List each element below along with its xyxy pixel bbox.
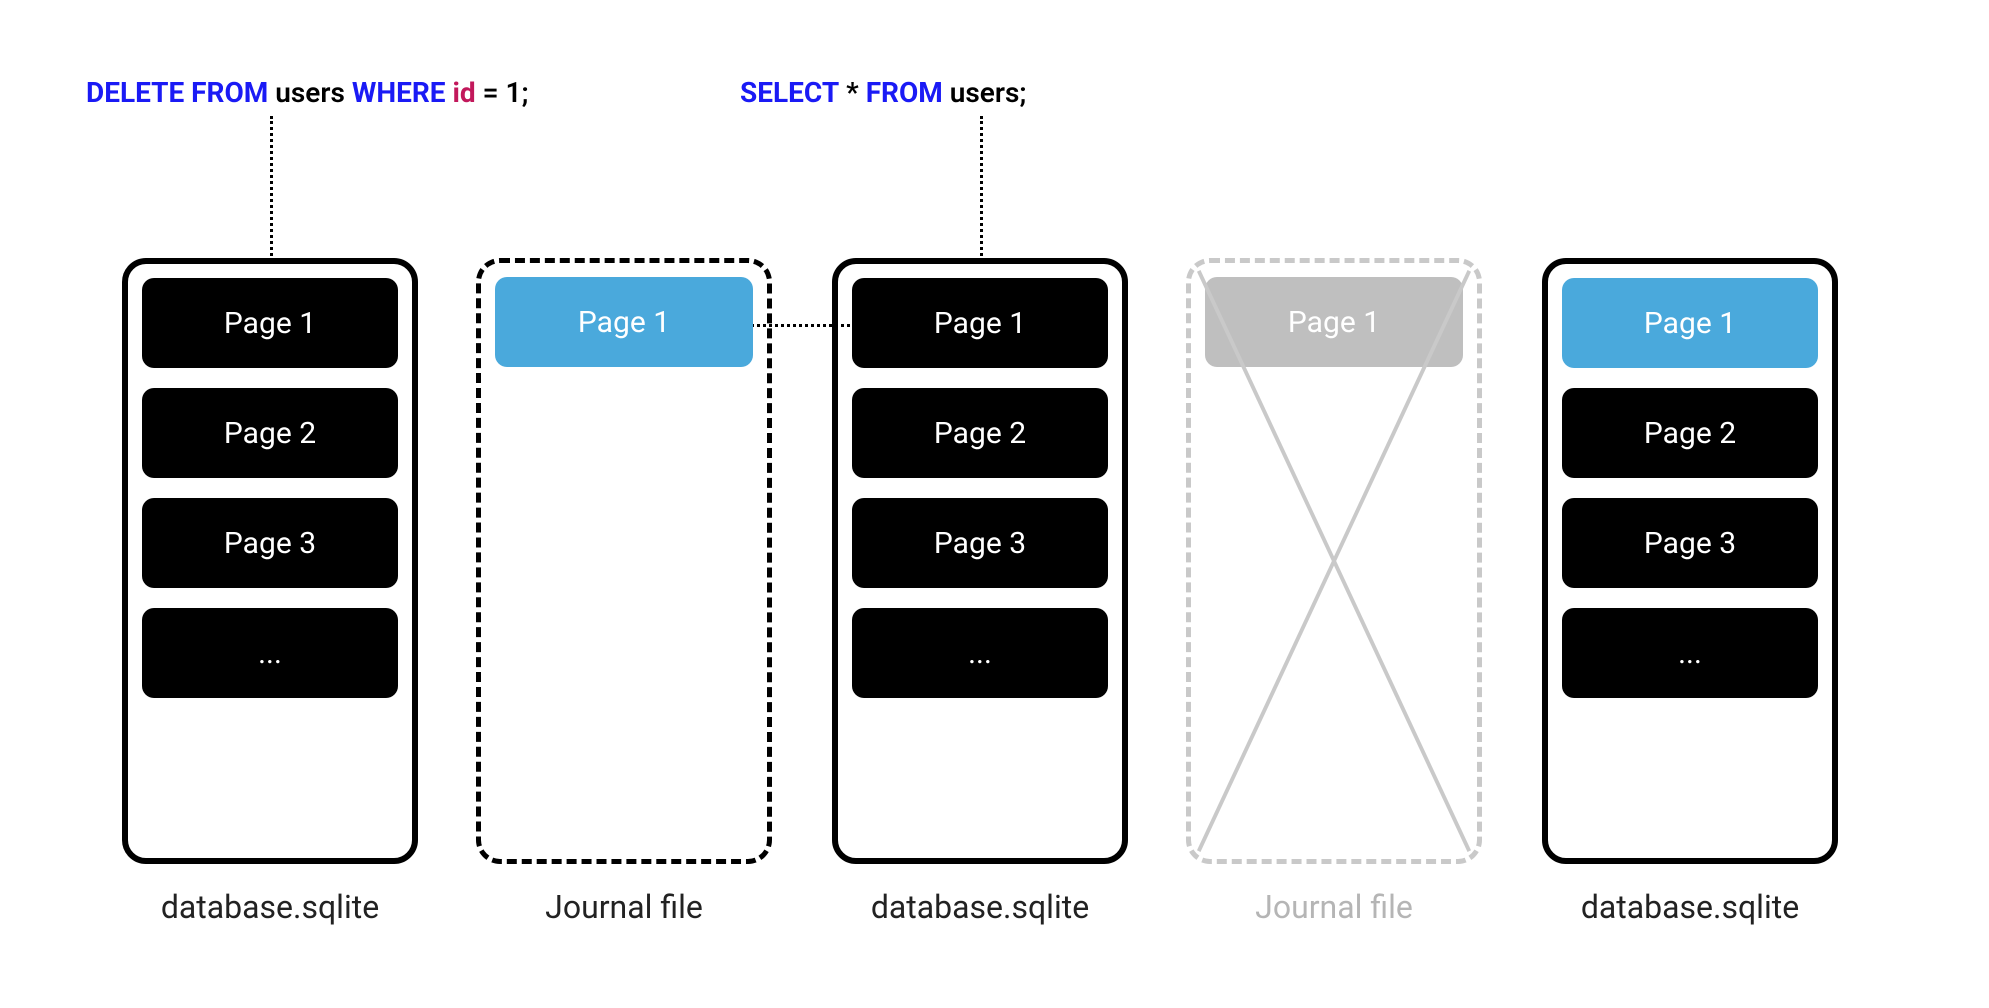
journal-file-box: Page 1 [476,258,772,864]
page-label: Page 2 [934,416,1026,451]
sql-tablename: users [275,76,345,109]
page-label: Page 1 [578,305,670,340]
caption-journal: Journal file [476,888,772,926]
sql-keyword: WHERE [352,76,446,109]
page-block: ... [1562,608,1818,698]
sql-keyword: FROM [866,76,943,109]
sql-column: id [453,76,476,109]
sql-keyword: SELECT [740,76,839,109]
sql-semicolon: ; [1019,76,1026,109]
page-label: ... [968,636,992,671]
caption-database: database.sqlite [122,888,418,926]
database-file-box: Page 1 Page 2 Page 3 ... [832,258,1128,864]
page-block: Page 1 [852,278,1108,368]
page-block: ... [142,608,398,698]
page-label: Page 1 [1644,306,1736,341]
page-label: Page 1 [224,306,316,341]
page-block: Page 3 [142,498,398,588]
page-block: Page 3 [852,498,1108,588]
sql-keyword: DELETE FROM [86,76,268,109]
page-label: Page 3 [1644,526,1736,561]
page-block: ... [852,608,1108,698]
page-block: Page 2 [1562,388,1818,478]
sql-equals: = [483,76,499,109]
sql-semicolon: ; [522,76,529,109]
caption-database: database.sqlite [832,888,1128,926]
page-label: ... [258,636,282,671]
connector-line [980,116,983,262]
caption-journal: Journal file [1186,888,1482,926]
page-label: Page 2 [224,416,316,451]
page-label: Page 3 [224,526,316,561]
page-block: Page 2 [142,388,398,478]
connector-line [270,116,273,262]
journal-file-box-deleted: Page 1 [1186,258,1482,864]
page-block: Page 1 [142,278,398,368]
page-block: Page 1 [495,277,753,367]
database-file-box: Page 1 Page 2 Page 3 ... [122,258,418,864]
page-block: Page 3 [1562,498,1818,588]
sql-tablename: users [950,76,1020,109]
page-block: Page 1 [1562,278,1818,368]
caption-database: database.sqlite [1542,888,1838,926]
page-label: Page 1 [1288,305,1380,340]
page-label: Page 1 [934,306,1026,341]
sql-star: * [846,76,859,109]
database-file-box: Page 1 Page 2 Page 3 ... [1542,258,1838,864]
page-block: Page 2 [852,388,1108,478]
sql-delete-query: DELETE FROM users WHERE id = 1; [86,76,529,109]
page-label: Page 3 [934,526,1026,561]
sql-value: 1 [506,76,522,109]
page-label: Page 2 [1644,416,1736,451]
page-label: ... [1678,636,1702,671]
page-block: Page 1 [1205,277,1463,367]
sql-select-query: SELECT * FROM users; [740,76,1026,109]
